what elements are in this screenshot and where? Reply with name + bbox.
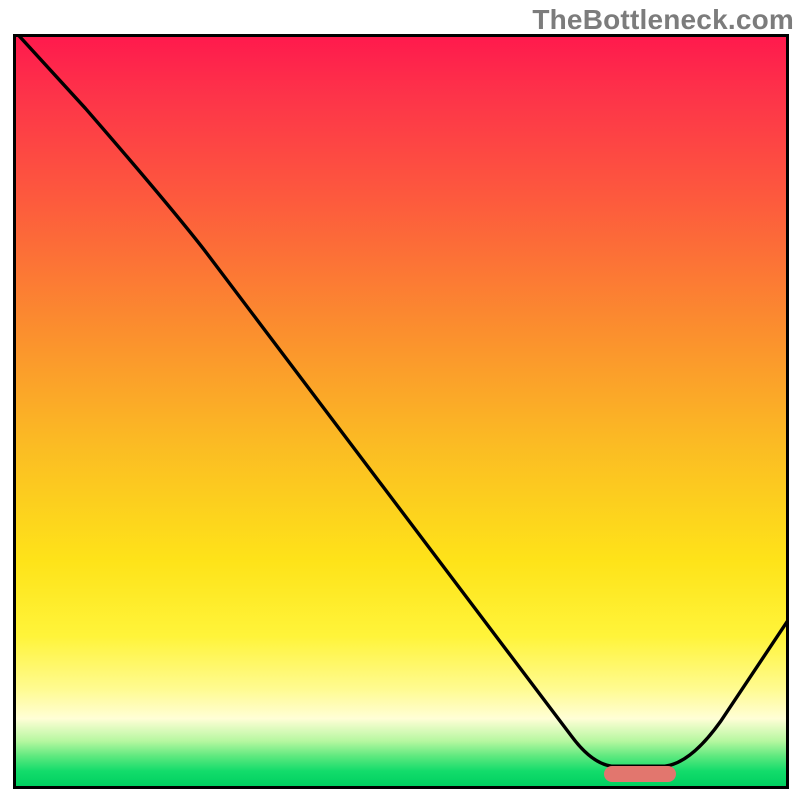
watermark-text: TheBottleneck.com <box>532 4 794 36</box>
optimum-marker <box>604 766 676 782</box>
chart-frame: TheBottleneck.com <box>0 0 800 800</box>
plot-area <box>13 34 789 789</box>
background-gradient <box>16 37 786 786</box>
